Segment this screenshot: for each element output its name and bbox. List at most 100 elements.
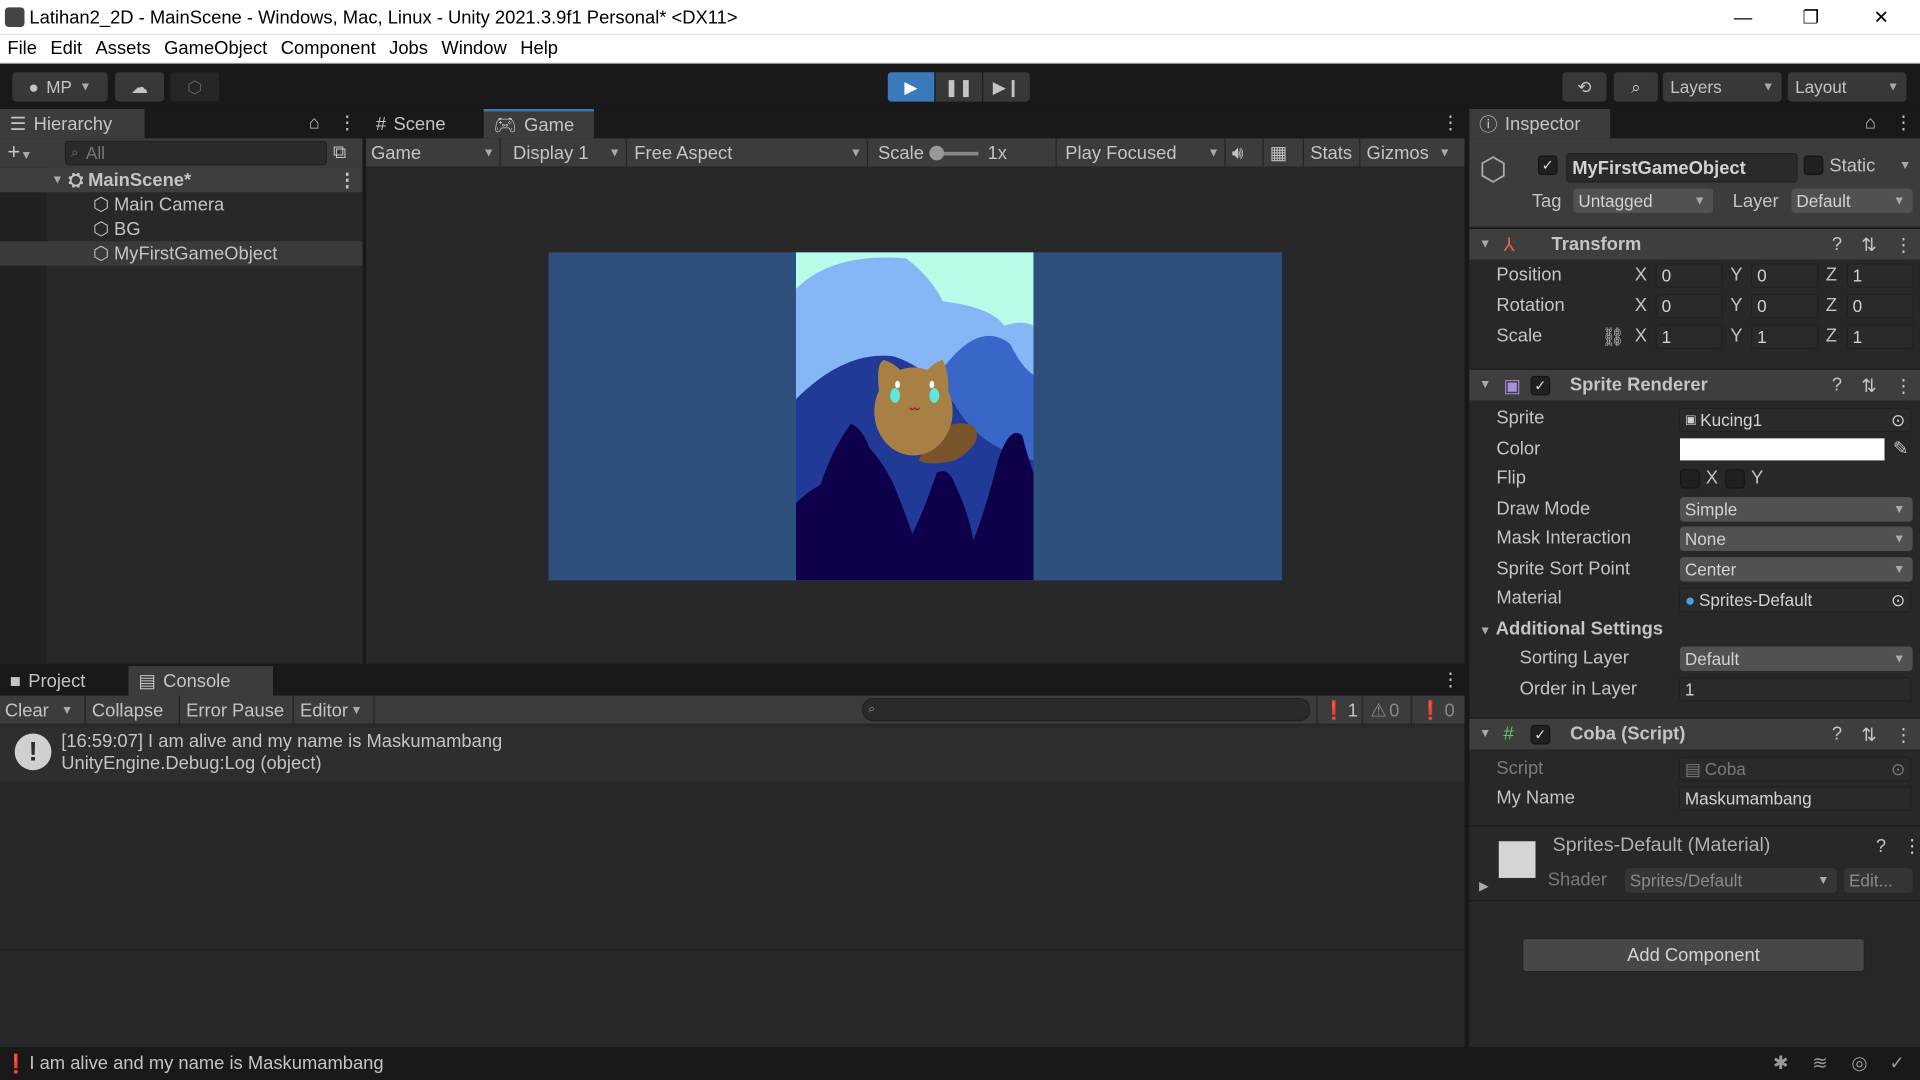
mute-audio-button[interactable]: 🔊︎ [1227, 138, 1264, 168]
hierarchy-item-selected[interactable]: ⬡ MyFirstGameObject [0, 241, 363, 266]
menu-assets[interactable]: Assets [88, 38, 157, 59]
help-icon[interactable]: ? [1832, 234, 1842, 255]
console-log-entry[interactable]: ! [16:59:07] I am alive and my name is M… [0, 727, 1465, 782]
eyedropper-icon[interactable]: ✎ [1893, 437, 1908, 459]
my-name-input[interactable]: Maskumambang [1678, 786, 1912, 811]
play-focused-dropdown[interactable]: Play Focused ▼ [1060, 138, 1226, 168]
scale-x-input[interactable]: 1 [1655, 324, 1723, 349]
axis-y-label[interactable]: Y [1730, 295, 1742, 316]
more-options-icon[interactable]: ⋮ [1894, 374, 1912, 396]
preset-icon[interactable]: ⇅ [1861, 374, 1876, 396]
axis-x-label[interactable]: X [1635, 264, 1647, 285]
stacktrace-divider[interactable] [0, 948, 1465, 951]
add-component-button[interactable]: Add Component [1522, 937, 1865, 973]
menu-help[interactable]: Help [513, 38, 564, 59]
static-dropdown-icon[interactable]: ▼ [1899, 159, 1911, 172]
progress-done-icon[interactable]: ✓ [1889, 1052, 1904, 1074]
pause-button[interactable]: ❚❚ [935, 72, 983, 102]
flip-y-checkbox[interactable] [1725, 468, 1745, 489]
draw-mode-dropdown[interactable]: Simple ▼ [1680, 497, 1913, 522]
transform-header[interactable]: ▼ ⅄ Transform ? ⇅ ⋮ [1469, 227, 1920, 260]
lock-icon[interactable]: ⌂ [1865, 113, 1876, 134]
play-button[interactable]: ▶ [887, 72, 935, 102]
preset-icon[interactable]: ⇅ [1861, 723, 1876, 745]
menu-window[interactable]: Window [434, 38, 513, 59]
scale-slider[interactable]: Scale 1x [873, 138, 1057, 168]
scene-root-item[interactable]: ▼ ⛭ MainScene* ⋮ [0, 167, 363, 193]
hierarchy-item[interactable]: ⬡ Main Camera [0, 192, 362, 216]
more-options-icon[interactable]: ⋮ [1441, 111, 1459, 134]
gameobject-icon[interactable]: ⬡ [1479, 151, 1507, 189]
coba-script-header[interactable]: ▼ # ✓ Coba (Script) ? ⇅ ⋮ [1469, 717, 1920, 750]
slider-thumb[interactable] [928, 145, 944, 160]
object-name-input[interactable]: MyFirstGameObject [1566, 153, 1798, 183]
game-viewport[interactable] [548, 252, 1283, 581]
foldout-arrow-icon[interactable]: ▶ [1479, 880, 1488, 893]
menu-component[interactable]: Component [273, 38, 381, 59]
sprite-renderer-header[interactable]: ▼ ▣ ✓ Sprite Renderer ? ⇅ ⋮ [1469, 368, 1920, 401]
tab-console[interactable]: ▤ Console [128, 666, 274, 696]
position-x-input[interactable]: 0 [1655, 263, 1723, 288]
constrain-proportions-icon[interactable]: ⛓ [1602, 326, 1625, 348]
expand-arrow-icon[interactable]: ▼ [51, 173, 63, 186]
more-options-icon[interactable]: ⋮ [1894, 723, 1912, 745]
help-icon[interactable]: ? [1832, 375, 1842, 396]
foldout-arrow-icon[interactable]: ▼ [1479, 238, 1491, 251]
editor-dropdown[interactable]: Editor ▼ [295, 695, 375, 725]
menu-file[interactable]: File [0, 38, 43, 59]
hierarchy-item[interactable]: ⬡ BG [0, 217, 362, 241]
flip-x-checkbox[interactable] [1680, 468, 1700, 489]
more-options-icon[interactable]: ⋮ [1894, 233, 1912, 255]
axis-z-label[interactable]: Z [1826, 326, 1837, 347]
create-button[interactable]: +▼ [7, 140, 32, 166]
display-dropdown[interactable]: Display 1 ▼ [508, 138, 627, 168]
axis-z-label[interactable]: Z [1826, 264, 1837, 285]
status-message[interactable]: I am alive and my name is Maskumambang [29, 1053, 383, 1074]
clear-button[interactable]: Clear ▼ [0, 695, 86, 725]
cloud-button[interactable]: ☁ [115, 72, 165, 102]
hierarchy-search-input[interactable]: ⌕ All [64, 140, 327, 166]
close-button[interactable]: ✕ [1873, 6, 1888, 28]
axis-x-label[interactable]: X [1635, 326, 1647, 347]
axis-y-label[interactable]: Y [1730, 264, 1742, 285]
tab-inspector[interactable]: ⓘ Inspector [1469, 108, 1611, 139]
tab-game[interactable]: 🎮︎ Game [483, 108, 594, 139]
help-icon[interactable]: ? [1832, 724, 1842, 745]
shortcuts-button[interactable]: ▦ [1265, 138, 1305, 168]
collapse-toggle[interactable]: Collapse [87, 695, 181, 725]
minimize-button[interactable]: — [1734, 7, 1752, 28]
log-count-toggle[interactable]: ❗ 1 [1316, 695, 1363, 725]
tab-project[interactable]: ■ Project [0, 666, 127, 695]
step-button[interactable]: ▶❙ [983, 72, 1030, 102]
warning-count-toggle[interactable]: ⚠ 0 [1365, 695, 1412, 725]
error-count-toggle[interactable]: ❗ 0 [1414, 696, 1463, 725]
auto-generate-lighting-icon[interactable]: ◎ [1851, 1052, 1867, 1074]
color-swatch[interactable] [1680, 438, 1885, 461]
sorting-layer-dropdown[interactable]: Default ▼ [1680, 646, 1913, 672]
tag-dropdown[interactable]: Untagged ▼ [1573, 188, 1714, 214]
tab-scene[interactable]: # Scene [366, 109, 482, 138]
more-options-icon[interactable]: ⋮ [338, 169, 356, 191]
cache-server-icon[interactable]: ≋ [1812, 1052, 1827, 1074]
sprite-renderer-enabled-checkbox[interactable]: ✓ [1530, 375, 1551, 396]
tab-hierarchy[interactable]: ☰ Hierarchy [0, 108, 145, 139]
shader-edit-button[interactable]: Edit... [1844, 868, 1913, 893]
collab-button[interactable]: ⬡ [170, 72, 220, 102]
menu-gameobject[interactable]: GameObject [157, 38, 274, 59]
position-z-input[interactable]: 1 [1846, 263, 1914, 288]
sprite-field[interactable]: ▣ Kucing1 ⊙ [1678, 407, 1912, 433]
script-enabled-checkbox[interactable]: ✓ [1530, 724, 1551, 745]
more-options-icon[interactable]: ⋮ [1441, 669, 1459, 691]
foldout-arrow-icon[interactable]: ▼ [1479, 727, 1491, 740]
stats-button[interactable]: Stats [1305, 138, 1361, 168]
debug-mode-icon[interactable]: ✱ [1773, 1052, 1788, 1074]
static-checkbox[interactable] [1803, 155, 1824, 176]
search-button[interactable]: ⌕ [1613, 72, 1658, 102]
scale-y-input[interactable]: 1 [1751, 324, 1819, 349]
undo-history-button[interactable]: ⟲ [1562, 72, 1607, 102]
rotation-y-input[interactable]: 0 [1751, 293, 1819, 319]
slider-track[interactable] [928, 145, 978, 160]
scale-z-input[interactable]: 1 [1846, 324, 1914, 349]
console-search-input[interactable]: ⌕ [862, 697, 1311, 722]
preset-icon[interactable]: ⇅ [1861, 233, 1876, 255]
